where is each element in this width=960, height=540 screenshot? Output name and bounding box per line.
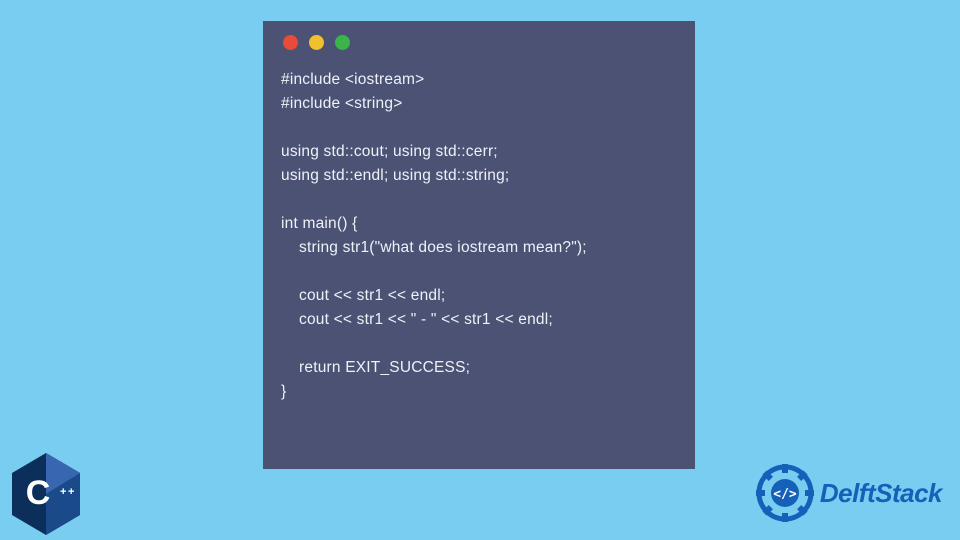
code-window: #include <iostream> #include <string> us… [263, 21, 695, 469]
code-block: #include <iostream> #include <string> us… [281, 68, 677, 404]
delftstack-brand-text: DelftStack [820, 478, 942, 509]
gear-icon: </> [756, 464, 814, 522]
svg-text:</>: </> [773, 487, 797, 502]
delftstack-logo: </> DelftStack [756, 464, 942, 522]
close-icon [283, 35, 298, 50]
minimize-icon [309, 35, 324, 50]
cpp-plus: + [60, 486, 66, 498]
cpp-letter: C [26, 474, 51, 512]
window-traffic-lights [283, 35, 677, 50]
cpp-hex-icon: C + + [8, 451, 84, 537]
cpp-plus: + [68, 486, 74, 498]
cpp-logo: C + + [0, 448, 92, 540]
maximize-icon [335, 35, 350, 50]
